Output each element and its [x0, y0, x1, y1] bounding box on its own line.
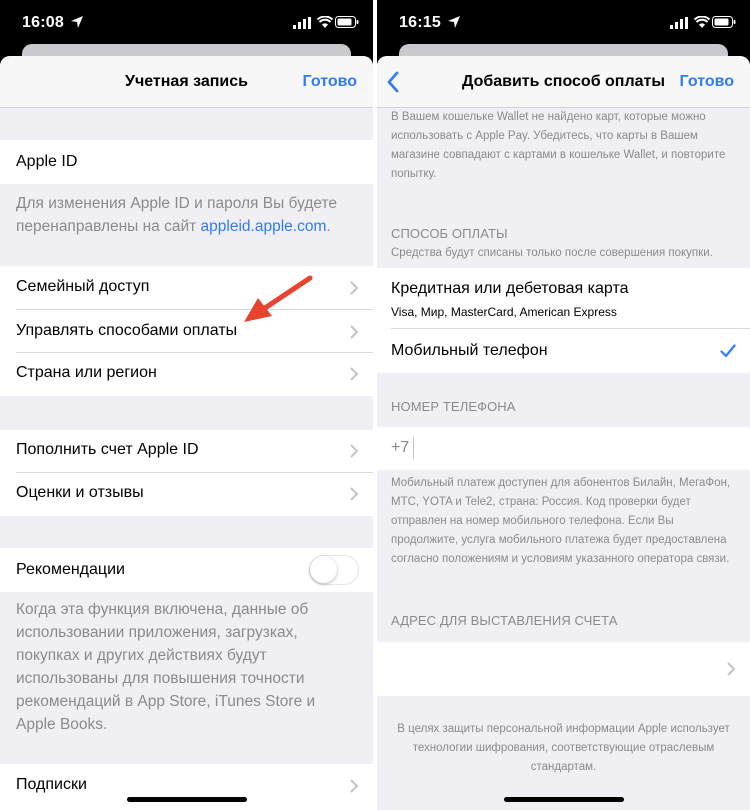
- option-card-title: Кредитная или дебетовая карта: [391, 280, 629, 297]
- battery-icon: [335, 16, 359, 28]
- location-icon: [71, 16, 83, 28]
- nav-bar: Учетная запись Готово: [0, 56, 373, 108]
- menu-item-label: Семейный доступ: [16, 278, 150, 295]
- billing-address-row[interactable]: [377, 642, 750, 696]
- chevron-right-icon: [350, 487, 359, 501]
- option-card-subtitle: Visa, Мир, MasterCard, American Express: [391, 305, 617, 319]
- home-indicator[interactable]: [503, 797, 624, 802]
- checkmark-icon: [720, 344, 736, 358]
- chevron-right-icon: [350, 444, 359, 458]
- done-button[interactable]: Готово: [680, 73, 734, 91]
- wallet-note: В Вашем кошельке Wallet не найдено карт,…: [391, 111, 726, 180]
- phone-input-field[interactable]: [413, 437, 414, 459]
- chevron-right-icon: [350, 367, 359, 381]
- option-card[interactable]: Кредитная или дебетовая карта Visa, Мир,…: [377, 268, 750, 329]
- menu-item-subscriptions[interactable]: Подписки: [0, 764, 373, 810]
- menu-item-ratings[interactable]: Оценки и отзывы: [0, 473, 373, 516]
- apple-id-row[interactable]: Apple ID: [0, 140, 373, 184]
- privacy-note: В целях защиты персональной информации A…: [397, 723, 730, 773]
- status-bar: 16:08: [0, 0, 373, 46]
- phone-prefix: +7: [391, 439, 410, 456]
- menu-item-label: Пополнить счет Apple ID: [16, 441, 199, 458]
- account-sheet: Учетная запись Готово Apple ID Для измен…: [0, 56, 373, 810]
- phone-number-header: НОМЕР ТЕЛЕФОНА: [391, 399, 516, 414]
- recommendations-row: Рекомендации: [0, 548, 373, 592]
- left-screen: 16:08 Учетная запись Готово Apple ID Для…: [0, 0, 373, 810]
- recommendations-label: Рекомендации: [16, 561, 125, 578]
- chevron-right-icon: [350, 325, 359, 339]
- status-time: 16:08: [22, 14, 64, 31]
- menu-item-top-up[interactable]: Пополнить счет Apple ID: [0, 430, 373, 473]
- location-icon: [448, 16, 460, 28]
- menu-item-label: Страна или регион: [16, 364, 157, 381]
- menu-item-label: Оценки и отзывы: [16, 484, 144, 501]
- menu-item-label: Подписки: [16, 776, 87, 793]
- wifi-icon: [317, 16, 333, 28]
- signal-icon: [670, 17, 688, 29]
- option-mobile-phone[interactable]: Мобильный телефон: [377, 329, 750, 373]
- right-screen: 16:15 Добавить способ оплаты Готово В Ва…: [377, 0, 750, 810]
- menu-item-label: Управлять способами оплаты: [16, 322, 238, 339]
- nav-bar: Добавить способ оплаты Готово: [377, 56, 750, 108]
- done-button[interactable]: Готово: [303, 73, 357, 91]
- apple-id-footer: Для изменения Apple ID и пароля Вы будет…: [16, 195, 338, 235]
- phone-note: Мобильный платеж доступен для абонентов …: [391, 477, 731, 565]
- chevron-right-icon: [350, 281, 359, 295]
- appleid-link[interactable]: appleid.apple.com: [201, 218, 327, 235]
- home-indicator[interactable]: [126, 797, 247, 802]
- menu-item-country-region[interactable]: Страна или регион: [0, 353, 373, 396]
- recommendations-footer: Когда эта функция включена, данные об ис…: [16, 601, 316, 733]
- chevron-right-icon: [727, 662, 736, 676]
- signal-icon: [293, 17, 311, 29]
- option-mobile-title: Мобильный телефон: [391, 342, 548, 359]
- payment-method-header: СПОСОБ ОПЛАТЫ: [391, 226, 508, 241]
- add-payment-sheet: Добавить способ оплаты Готово В Вашем ко…: [377, 56, 750, 810]
- apple-id-label: Apple ID: [16, 153, 78, 170]
- wifi-icon: [694, 16, 710, 28]
- recommendations-toggle[interactable]: [309, 555, 359, 585]
- status-bar: 16:15: [377, 0, 750, 46]
- phone-input-row[interactable]: +7: [377, 427, 750, 470]
- billing-address-header: АДРЕС ДЛЯ ВЫСТАВЛЕНИЯ СЧЕТА: [391, 613, 618, 628]
- payment-subnote: Средства будут списаны только после сове…: [391, 247, 713, 259]
- battery-icon: [712, 16, 736, 28]
- status-time: 16:15: [399, 14, 441, 31]
- chevron-right-icon: [350, 779, 359, 793]
- red-arrow-icon: [244, 275, 313, 322]
